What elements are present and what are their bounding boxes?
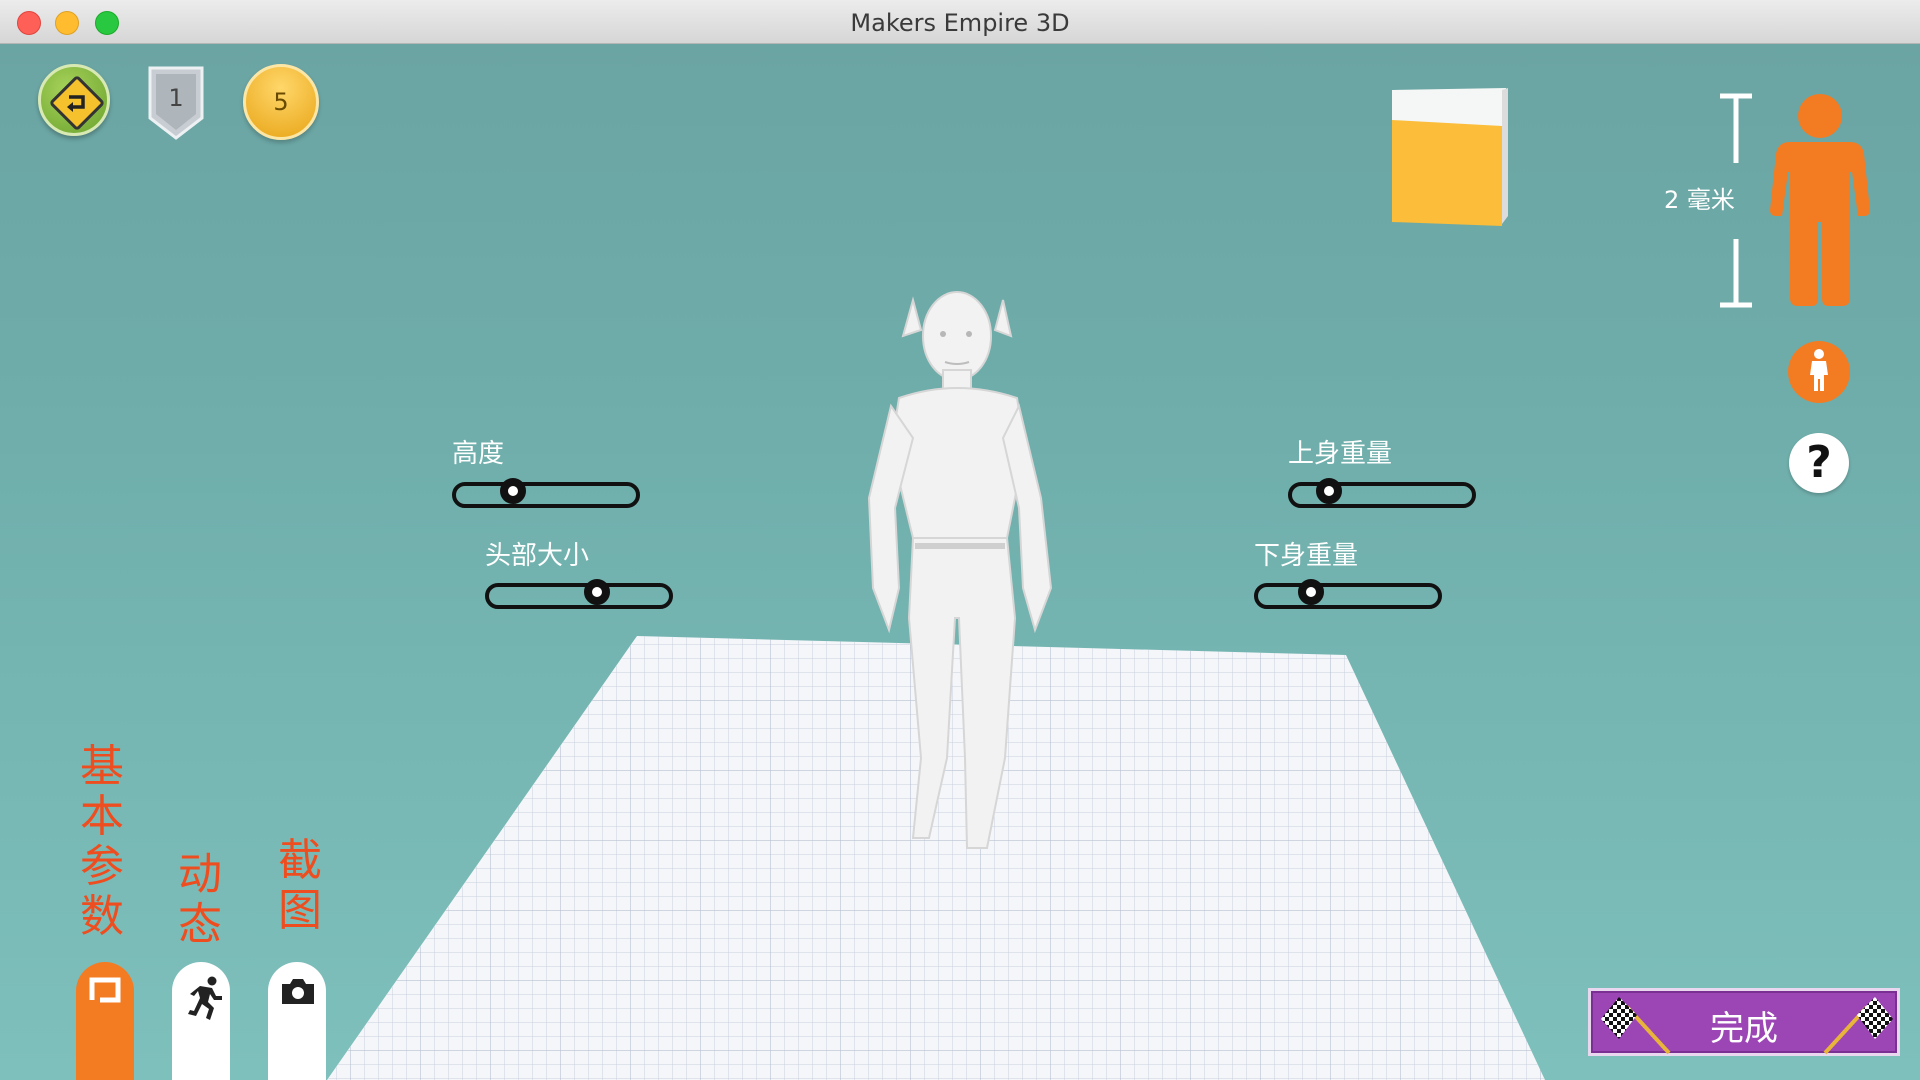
character-model[interactable] <box>855 288 1065 858</box>
square-frame-icon <box>89 977 121 1003</box>
tab-basic-params[interactable] <box>76 962 134 1080</box>
level-value: 1 <box>168 84 184 112</box>
lower-body-weight-slider-knob[interactable] <box>1298 579 1324 605</box>
height-slider-label: 高度 <box>452 439 505 469</box>
upper-body-weight-slider-label: 上身重量 <box>1288 439 1393 469</box>
lower-body-weight-slider-label: 下身重量 <box>1254 541 1359 571</box>
person-scale-icon <box>1770 94 1870 306</box>
camera-icon <box>282 979 314 1004</box>
height-slider-knob[interactable] <box>500 478 526 504</box>
back-button[interactable] <box>38 64 110 136</box>
lower-body-weight-slider[interactable] <box>1254 579 1442 609</box>
app-window: Makers Empire 3D 1 5 2 毫米 ? 高度 头部大小 上身重量… <box>0 0 1920 1080</box>
height-slider[interactable] <box>452 478 640 508</box>
running-person-icon <box>188 976 222 1020</box>
head-size-slider[interactable] <box>485 579 673 609</box>
finish-button[interactable]: 完成 <box>1588 988 1900 1056</box>
tab-animation[interactable] <box>172 962 230 1080</box>
head-size-slider-label: 头部大小 <box>485 541 590 571</box>
color-cube-icon[interactable] <box>1390 86 1510 226</box>
return-arrow-glyph <box>67 95 85 112</box>
person-icon <box>1810 349 1828 391</box>
human-scale-toggle-button[interactable] <box>1788 341 1850 403</box>
upper-body-weight-slider[interactable] <box>1288 478 1476 508</box>
tab-screenshot-label: 截图 <box>278 835 322 936</box>
tab-animation-label: 动态 <box>178 849 222 950</box>
tab-screenshot[interactable] <box>268 962 326 1080</box>
tab-basic-params-label: 基本参数 <box>80 741 124 942</box>
upper-body-weight-slider-knob[interactable] <box>1316 478 1342 504</box>
checkered-flag-right-icon <box>1823 997 1893 1055</box>
scale-label: 2 毫米 <box>1664 186 1735 214</box>
head-size-slider-knob[interactable] <box>584 579 610 605</box>
coin-count: 5 <box>273 88 289 116</box>
help-button[interactable]: ? <box>1789 433 1849 493</box>
